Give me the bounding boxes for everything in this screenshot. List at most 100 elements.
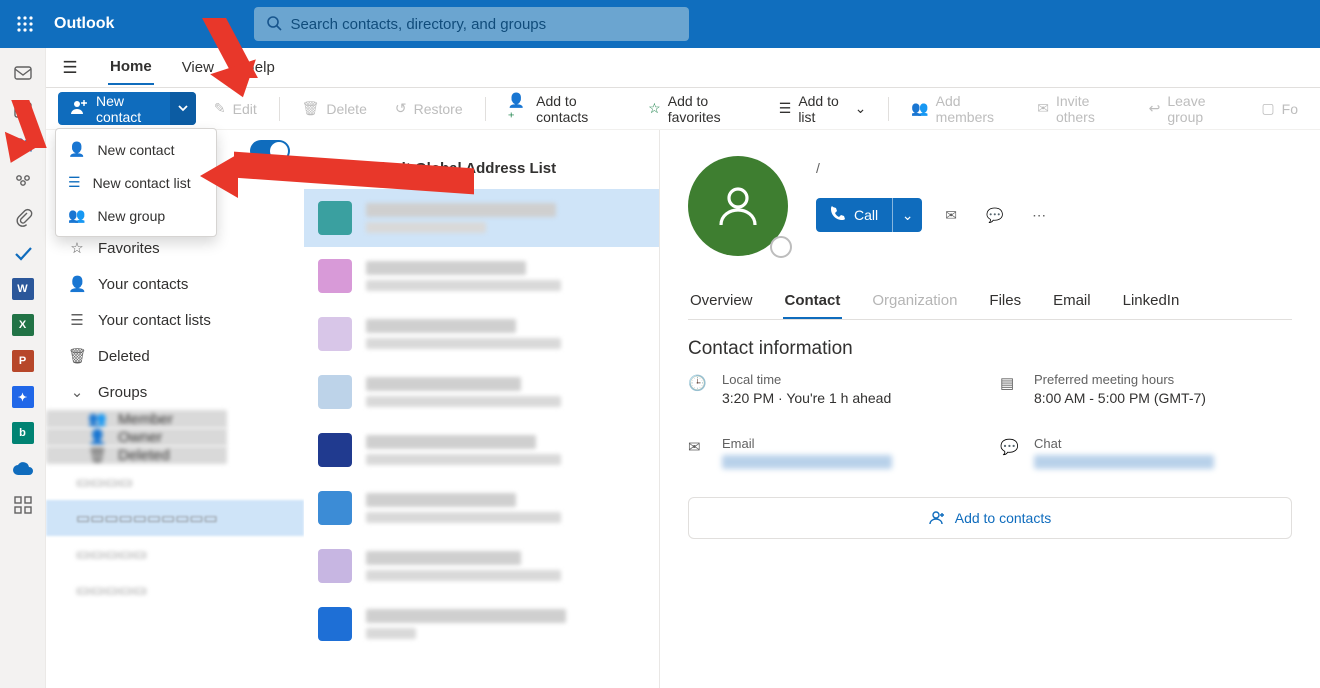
trash-icon: 🗑 — [68, 347, 86, 365]
separator — [888, 97, 889, 121]
follow-icon: ▢ — [1261, 100, 1274, 117]
star-icon: ☆ — [68, 239, 86, 257]
app-name: Outlook — [54, 15, 114, 33]
group-add-icon: 👥 — [68, 207, 85, 224]
annotation-arrow-new-list — [200, 148, 480, 208]
word-app-icon[interactable]: W — [12, 278, 34, 300]
member-icon: 👥 — [88, 410, 106, 428]
dd-new-contact-list[interactable]: ☰New contact list — [56, 166, 216, 199]
list-item[interactable] — [304, 305, 659, 363]
more-apps-icon[interactable] — [12, 494, 34, 516]
list-item[interactable] — [304, 247, 659, 305]
email-item[interactable]: ✉ Email — [688, 436, 980, 469]
separator — [279, 97, 280, 121]
phone-icon — [830, 206, 846, 225]
nav-owner[interactable]: 👤Owner — [46, 428, 227, 446]
attach-app-icon[interactable] — [12, 206, 34, 228]
search-input[interactable] — [290, 16, 677, 33]
list-item[interactable] — [304, 537, 659, 595]
nav-groups-deleted[interactable]: 🗑Deleted — [46, 446, 227, 464]
invite-icon: ✉ — [1037, 100, 1049, 117]
nav-your-contact-lists[interactable]: ☰Your contact lists — [46, 302, 304, 338]
avatar — [318, 433, 352, 467]
new-contact-caret[interactable] — [170, 92, 196, 125]
edit-button: ✎Edit — [204, 100, 267, 117]
nav-default-gal[interactable]: ▭▭▭▭▭▭▭▭▭▭ — [46, 500, 304, 536]
call-button[interactable]: Call ⌄ — [816, 198, 922, 232]
owner-icon: 👤 — [88, 428, 106, 446]
new-contact-button[interactable]: New contact — [58, 92, 196, 125]
tab-home[interactable]: Home — [108, 50, 154, 85]
tab-overview[interactable]: Overview — [688, 284, 755, 319]
add-to-favorites-button[interactable]: ☆Add to favorites — [638, 93, 761, 125]
add-to-list-button[interactable]: ☰Add to list⌄ — [769, 93, 877, 125]
nav-member[interactable]: 👥Member — [46, 410, 227, 428]
list-add-icon: ☰ — [68, 174, 81, 191]
chat-button[interactable]: 💬 — [980, 200, 1010, 230]
tab-contact[interactable]: Contact — [783, 284, 843, 319]
bing-app-icon[interactable]: b — [12, 422, 34, 444]
invite-others-button: ✉Invite others — [1027, 93, 1130, 125]
calendar-icon: ▤ — [1000, 372, 1020, 406]
tab-linkedin[interactable]: LinkedIn — [1121, 284, 1182, 319]
chat-icon: 💬 — [986, 207, 1003, 224]
person-add-icon: 👤⁺ — [508, 92, 530, 126]
hamburger-icon[interactable]: ☰ — [58, 58, 82, 78]
nav-extra-1[interactable]: ▭▭▭▭▭ — [46, 536, 304, 572]
list-item[interactable] — [304, 595, 659, 653]
tab-email[interactable]: Email — [1051, 284, 1093, 319]
dd-new-group[interactable]: 👥New group — [56, 199, 216, 232]
chevron-down-icon: ⌄ — [68, 383, 86, 401]
app-launcher-icon[interactable] — [8, 7, 42, 41]
nav-directory[interactable]: ▭▭▭▭ — [46, 464, 304, 500]
nav-groups[interactable]: ⌄Groups — [46, 374, 304, 410]
powerpoint-app-icon[interactable]: P — [12, 350, 34, 372]
avatar — [318, 317, 352, 351]
chat-icon: 💬 — [1000, 436, 1020, 469]
tab-files[interactable]: Files — [987, 284, 1023, 319]
nav-extra-2[interactable]: ▭▭▭▭▭ — [46, 572, 304, 608]
chat-item[interactable]: 💬 Chat — [1000, 436, 1292, 469]
contact-title-separator: / — [816, 160, 1054, 176]
person-add-icon — [929, 509, 945, 528]
detail-column: / Call ⌄ ✉ 💬 ⋯ Overview Contact Organiza… — [660, 130, 1320, 688]
excel-app-icon[interactable]: X — [12, 314, 34, 336]
more-icon: ⋯ — [1032, 207, 1046, 224]
trash-icon: 🗑 — [302, 100, 320, 117]
avatar — [318, 375, 352, 409]
avatar — [688, 156, 788, 256]
add-to-contacts-bar[interactable]: Add to contacts — [688, 497, 1292, 539]
add-to-contacts-button[interactable]: 👤⁺Add to contacts — [498, 92, 631, 126]
nav-deleted[interactable]: 🗑Deleted — [46, 338, 304, 374]
avatar — [318, 607, 352, 641]
local-time-item: 🕒 Local time3:20 PM · You're 1 h ahead — [688, 372, 980, 406]
avatar — [318, 491, 352, 525]
todo-app-icon[interactable] — [12, 242, 34, 264]
call-caret[interactable]: ⌄ — [892, 198, 922, 232]
list-item[interactable] — [304, 421, 659, 479]
chevron-down-icon — [177, 101, 189, 117]
separator — [485, 97, 486, 121]
clock-icon: 🕒 — [688, 372, 708, 406]
restore-button: ↺Restore — [385, 100, 473, 117]
list-item[interactable] — [304, 479, 659, 537]
person-add-icon: 👤 — [68, 141, 85, 158]
person-add-icon — [70, 98, 88, 119]
detail-tabs: Overview Contact Organization Files Emai… — [688, 284, 1292, 320]
more-button[interactable]: ⋯ — [1024, 200, 1054, 230]
tab-organization: Organization — [870, 284, 959, 319]
dd-new-contact[interactable]: 👤New contact — [56, 133, 216, 166]
nav-your-contacts[interactable]: 👤Your contacts — [46, 266, 304, 302]
mail-button[interactable]: ✉ — [936, 200, 966, 230]
mail-app-icon[interactable] — [12, 62, 34, 84]
list-icon: ☰ — [779, 100, 792, 117]
groups-app-icon[interactable] — [12, 170, 34, 192]
list-icon: ☰ — [68, 311, 86, 329]
avatar — [318, 549, 352, 583]
person-icon: 👤 — [68, 275, 86, 293]
search-box[interactable] — [254, 7, 689, 41]
list-item[interactable] — [304, 363, 659, 421]
viva-app-icon[interactable]: ✦ — [12, 386, 34, 408]
onedrive-app-icon[interactable] — [12, 458, 34, 480]
members-icon: 👥 — [911, 100, 928, 117]
